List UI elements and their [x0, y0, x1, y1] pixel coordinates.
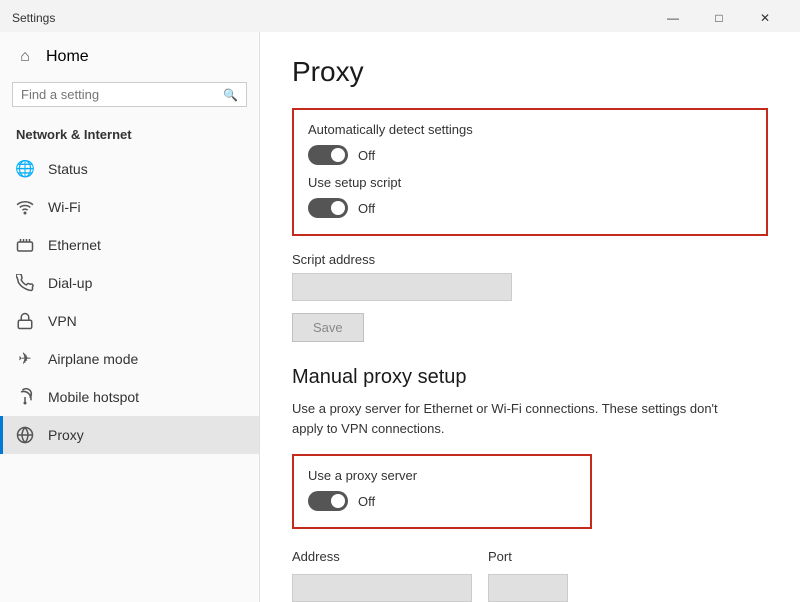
sidebar-section-title: Network & Internet — [0, 119, 259, 150]
setup-script-label: Use setup script — [308, 175, 752, 190]
wifi-icon — [16, 198, 34, 216]
port-label: Port — [488, 549, 568, 564]
sidebar-label-status: Status — [48, 161, 88, 177]
sidebar-label-vpn: VPN — [48, 313, 77, 329]
sidebar-label-dialup: Dial-up — [48, 275, 92, 291]
app-title: Settings — [12, 11, 55, 25]
page-title: Proxy — [292, 56, 768, 88]
sidebar-item-proxy[interactable]: Proxy — [0, 416, 259, 454]
address-label: Address — [292, 549, 472, 564]
auto-detect-toggle-label: Off — [358, 148, 375, 163]
search-box[interactable]: 🔍 — [12, 82, 247, 107]
content-area: Proxy Automatically detect settings Off … — [260, 32, 800, 602]
title-bar: Settings — □ ✕ — [0, 0, 800, 32]
script-address-label: Script address — [292, 252, 768, 267]
vpn-icon — [16, 312, 34, 330]
save-button[interactable]: Save — [292, 313, 364, 342]
script-address-input[interactable] — [292, 273, 512, 301]
use-proxy-toggle[interactable] — [308, 491, 348, 511]
home-label: Home — [46, 48, 89, 66]
status-icon: 🌐 — [16, 160, 34, 178]
sidebar-label-wifi: Wi-Fi — [48, 199, 81, 215]
sidebar-item-status[interactable]: 🌐 Status — [0, 150, 259, 188]
ethernet-icon — [16, 236, 34, 254]
airplane-icon: ✈ — [16, 350, 34, 368]
sidebar-item-home[interactable]: ⌂ Home — [0, 32, 259, 78]
address-input[interactable] — [292, 574, 472, 602]
auto-detect-label: Automatically detect settings — [308, 122, 752, 137]
search-input[interactable] — [21, 87, 223, 102]
hotspot-icon — [16, 388, 34, 406]
sidebar-item-ethernet[interactable]: Ethernet — [0, 226, 259, 264]
proxy-icon — [16, 426, 34, 444]
auto-detect-toggle[interactable] — [308, 145, 348, 165]
home-icon: ⌂ — [16, 48, 34, 66]
setup-script-toggle[interactable] — [308, 198, 348, 218]
port-field: Port — [488, 549, 568, 602]
sidebar-item-hotspot[interactable]: Mobile hotspot — [0, 378, 259, 416]
sidebar-label-ethernet: Ethernet — [48, 237, 101, 253]
setup-script-toggle-label: Off — [358, 201, 375, 216]
sidebar-item-vpn[interactable]: VPN — [0, 302, 259, 340]
auto-detect-toggle-row: Off — [308, 145, 752, 165]
sidebar-item-dialup[interactable]: Dial-up — [0, 264, 259, 302]
dialup-icon — [16, 274, 34, 292]
manual-proxy-title: Manual proxy setup — [292, 366, 768, 389]
manual-proxy-description: Use a proxy server for Ethernet or Wi-Fi… — [292, 399, 722, 438]
main-window: ⌂ Home 🔍 Network & Internet 🌐 Status — [0, 32, 800, 602]
address-field: Address — [292, 549, 472, 602]
use-proxy-label: Use a proxy server — [308, 468, 576, 483]
close-button[interactable]: ✕ — [742, 6, 788, 30]
sidebar-item-airplane[interactable]: ✈ Airplane mode — [0, 340, 259, 378]
sidebar-label-proxy: Proxy — [48, 427, 84, 443]
search-icon: 🔍 — [223, 88, 238, 102]
address-port-row: Address Port — [292, 549, 768, 602]
sidebar-label-hotspot: Mobile hotspot — [48, 389, 139, 405]
port-input[interactable] — [488, 574, 568, 602]
proxy-server-section: Use a proxy server Off — [292, 454, 592, 529]
window-controls: — □ ✕ — [650, 6, 788, 30]
sidebar-label-airplane: Airplane mode — [48, 351, 138, 367]
sidebar: ⌂ Home 🔍 Network & Internet 🌐 Status — [0, 32, 260, 602]
minimize-button[interactable]: — — [650, 6, 696, 30]
maximize-button[interactable]: □ — [696, 6, 742, 30]
setup-script-toggle-row: Off — [308, 198, 752, 218]
auto-detect-section: Automatically detect settings Off Use se… — [292, 108, 768, 236]
sidebar-item-wifi[interactable]: Wi-Fi — [0, 188, 259, 226]
use-proxy-toggle-label: Off — [358, 494, 375, 509]
use-proxy-toggle-row: Off — [308, 491, 576, 511]
